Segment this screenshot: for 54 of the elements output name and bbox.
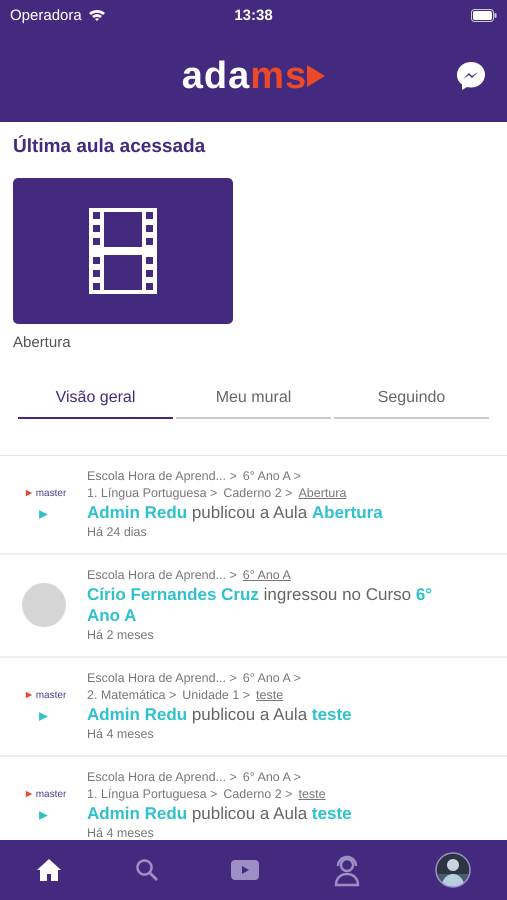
activity-time: Há 2 meses xyxy=(87,628,155,642)
breadcrumb-text: Caderno 2 > xyxy=(223,786,292,803)
breadcrumb-link[interactable]: teste xyxy=(298,786,326,803)
activity-message: Admin Redu publicou a Aula teste xyxy=(87,803,353,824)
home-icon xyxy=(36,858,62,882)
activity-time: Há 4 meses xyxy=(87,727,155,741)
play-icon xyxy=(38,810,49,820)
master-logo: master xyxy=(36,690,66,700)
search-icon xyxy=(134,858,159,882)
breadcrumb-text: 6° Ano A > xyxy=(242,670,301,687)
breadcrumb-text: 1. Língua Portuguesa > xyxy=(87,786,218,803)
play-icon xyxy=(38,710,49,722)
breadcrumb-text: Escola Hora de Aprend... > xyxy=(87,468,237,485)
video-icon xyxy=(231,860,260,880)
battery-icon xyxy=(471,8,497,22)
activity-message: Admin Redu publicou a Aula Abertura xyxy=(87,502,384,523)
activity-time: Há 24 dias xyxy=(87,525,148,539)
film-icon xyxy=(89,208,157,294)
breadcrumb-text: 1. Língua Portuguesa > xyxy=(87,485,218,502)
master-logo: master xyxy=(36,788,66,800)
carrier-name: Operadora xyxy=(10,6,82,24)
tab[interactable]: Meu mural xyxy=(176,381,331,419)
breadcrumb-link[interactable]: 6° Ano A xyxy=(242,567,291,584)
play-icon xyxy=(24,489,33,497)
breadcrumb-text: 6° Ano A > xyxy=(242,468,301,485)
app-logo: adams xyxy=(182,54,326,98)
lesson-thumbnail[interactable] xyxy=(13,178,233,324)
lesson-title: Abertura xyxy=(13,334,72,351)
play-icon xyxy=(24,790,33,798)
avatar xyxy=(22,582,66,626)
breadcrumb-text: Escola Hora de Aprend... > xyxy=(87,670,237,687)
breadcrumb-text: Escola Hora de Aprend... > xyxy=(87,567,237,584)
breadcrumb-text: 2. Matemática > xyxy=(87,687,176,704)
feed-item[interactable]: master Escola Hora de Aprend... > 6° Ano A > 1. Língua Portuguesa > Caderno 2 > Abertura Admin Redu publicou a Aula Abertura Há 24 dias xyxy=(0,456,507,555)
breadcrumb-text: 6° Ano A > xyxy=(242,769,301,786)
tab[interactable]: Seguindo xyxy=(334,381,489,419)
activity-time: Há 4 meses xyxy=(87,826,155,840)
play-icon xyxy=(38,508,49,520)
tab[interactable]: Visão geral xyxy=(18,381,173,419)
messenger-icon[interactable] xyxy=(455,60,487,92)
status-time: 13:38 xyxy=(234,6,273,24)
breadcrumb-link[interactable]: Abertura xyxy=(298,485,346,502)
play-icon xyxy=(24,691,33,699)
section-heading: Última aula acessada xyxy=(13,136,206,158)
activity-message: Admin Redu publicou a Aula teste xyxy=(87,704,353,725)
feed-item[interactable]: master Escola Hora de Aprend... > 6° Ano A > 2. Matemática > Unidade 1 > teste Admin Redu publicou a Aula teste Há 4 meses xyxy=(0,658,507,757)
breadcrumb-text: Unidade 1 > xyxy=(182,687,250,704)
activity-message: Círio Fernandes Cruz ingressou no Curso 6° Ano A xyxy=(87,584,434,626)
master-logo: master xyxy=(36,488,66,498)
wifi-icon xyxy=(88,8,106,22)
breadcrumb-link[interactable]: teste xyxy=(256,687,284,704)
breadcrumb-text: Caderno 2 > xyxy=(223,485,292,502)
feed-item[interactable]: Escola Hora de Aprend... > 6° Ano A Círio Fernandes Cruz ingressou no Curso 6° Ano A Há 2 meses xyxy=(0,555,507,658)
breadcrumb-text: Escola Hora de Aprend... > xyxy=(87,769,237,786)
